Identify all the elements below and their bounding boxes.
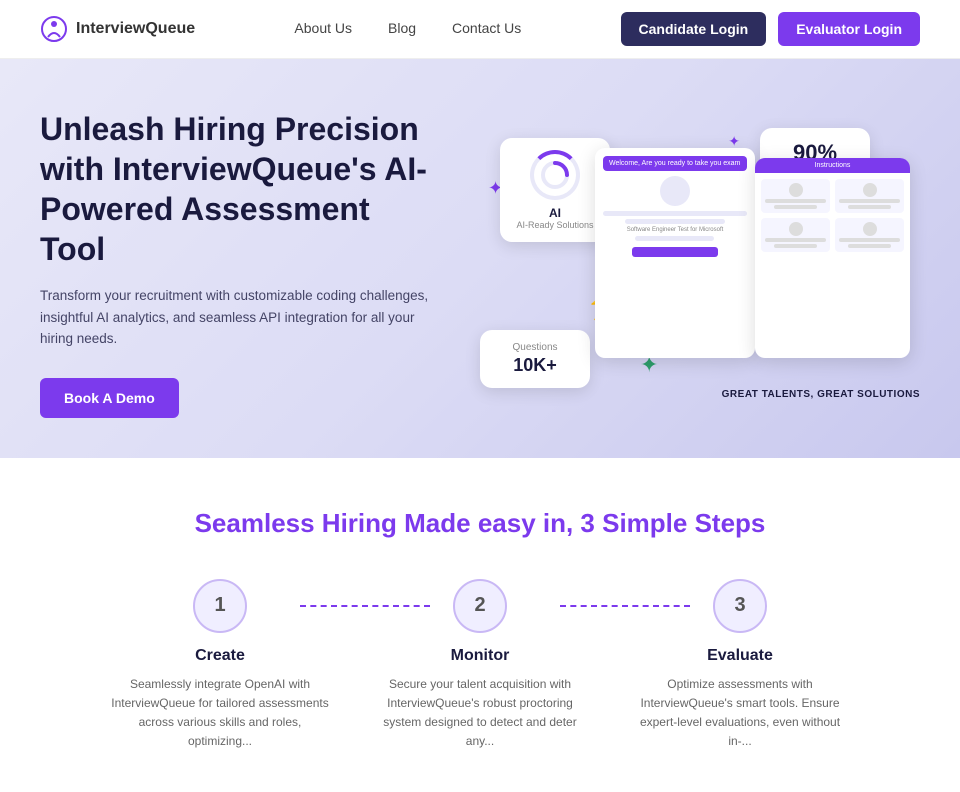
great-talents-text: GREAT TALENTS, GREAT SOLUTIONS xyxy=(722,389,920,400)
instr-item-2 xyxy=(835,179,904,213)
instr-line-4 xyxy=(848,205,891,209)
instr-item-4 xyxy=(835,218,904,252)
mockup-line-1 xyxy=(603,211,747,216)
ai-card-label: AI xyxy=(516,206,594,220)
logo-icon xyxy=(40,15,68,43)
step-connector-2 xyxy=(560,605,690,607)
instr-line-7 xyxy=(839,238,900,242)
instr-icon-2 xyxy=(863,183,877,197)
book-demo-button[interactable]: Book A Demo xyxy=(40,378,179,418)
candidate-login-button[interactable]: Candidate Login xyxy=(621,12,767,46)
mockup-exam-title: Software Engineer Test for Microsoft xyxy=(603,227,747,233)
instructions-body xyxy=(755,173,910,258)
hero-title: Unleash Hiring Precision with InterviewQ… xyxy=(40,109,440,269)
step-label-3: Evaluate xyxy=(707,647,773,665)
instr-item-1 xyxy=(761,179,830,213)
logo[interactable]: InterviewQueue xyxy=(40,15,195,43)
exam-screen-mockup: Welcome, Are you ready to take you exam … xyxy=(595,148,755,358)
evaluator-login-button[interactable]: Evaluator Login xyxy=(778,12,920,46)
steps-section: Seamless Hiring Made easy in, 3 Simple S… xyxy=(0,458,960,792)
instr-line-1 xyxy=(765,199,826,203)
nav-links: About Us Blog Contact Us xyxy=(294,20,521,38)
mockup-start-btn xyxy=(632,247,718,257)
hero-visuals: ✦ ✦ ✦ ✦ ⚡ AI AI-Ready Solutions 90% Time… xyxy=(440,118,920,408)
instr-line-3 xyxy=(839,199,900,203)
step-number-3: 3 xyxy=(713,579,767,633)
logo-text: InterviewQueue xyxy=(76,20,195,38)
nav-about[interactable]: About Us xyxy=(294,20,352,38)
questions-value: 10K+ xyxy=(496,355,574,376)
mockup-line-3 xyxy=(635,236,714,241)
instr-icon-4 xyxy=(863,222,877,236)
instructions-header: Instructions xyxy=(755,158,910,173)
mockup-line-2 xyxy=(625,219,726,224)
hero-content: Unleash Hiring Precision with InterviewQ… xyxy=(40,109,440,418)
questions-label: Questions xyxy=(496,342,574,353)
mockup-header: Welcome, Are you ready to take you exam xyxy=(603,156,747,171)
instr-line-2 xyxy=(774,205,817,209)
instr-line-5 xyxy=(765,238,826,242)
hero-subtitle: Transform your recruitment with customiz… xyxy=(40,285,440,350)
mockup-avatar xyxy=(660,176,690,206)
step-desc-3: Optimize assessments with InterviewQueue… xyxy=(630,675,850,752)
instr-item-3 xyxy=(761,218,830,252)
navbar: InterviewQueue About Us Blog Contact Us … xyxy=(0,0,960,59)
step-number-2: 2 xyxy=(453,579,507,633)
steps-title: Seamless Hiring Made easy in, 3 Simple S… xyxy=(40,508,920,539)
instr-icon-3 xyxy=(789,222,803,236)
step-number-1: 1 xyxy=(193,579,247,633)
ai-card: AI AI-Ready Solutions xyxy=(500,138,610,242)
instructions-card: Instructions xyxy=(755,158,910,358)
ai-circle-icon xyxy=(530,150,580,200)
step-label-2: Monitor xyxy=(451,647,510,665)
nav-buttons: Candidate Login Evaluator Login xyxy=(621,12,920,46)
instr-line-8 xyxy=(848,244,891,248)
step-label-1: Create xyxy=(195,647,245,665)
nav-blog[interactable]: Blog xyxy=(388,20,416,38)
questions-card: Questions 10K+ xyxy=(480,330,590,388)
ai-card-sublabel: AI-Ready Solutions xyxy=(516,220,594,230)
step-connector-1 xyxy=(300,605,430,607)
step-desc-2: Secure your talent acquisition with Inte… xyxy=(370,675,590,752)
hero-section: Unleash Hiring Precision with InterviewQ… xyxy=(0,59,960,458)
instr-icon-1 xyxy=(789,183,803,197)
instr-line-6 xyxy=(774,244,817,248)
steps-row: 1 Create Seamlessly integrate OpenAI wit… xyxy=(40,579,920,752)
nav-contact[interactable]: Contact Us xyxy=(452,20,521,38)
step-desc-1: Seamlessly integrate OpenAI with Intervi… xyxy=(110,675,330,752)
